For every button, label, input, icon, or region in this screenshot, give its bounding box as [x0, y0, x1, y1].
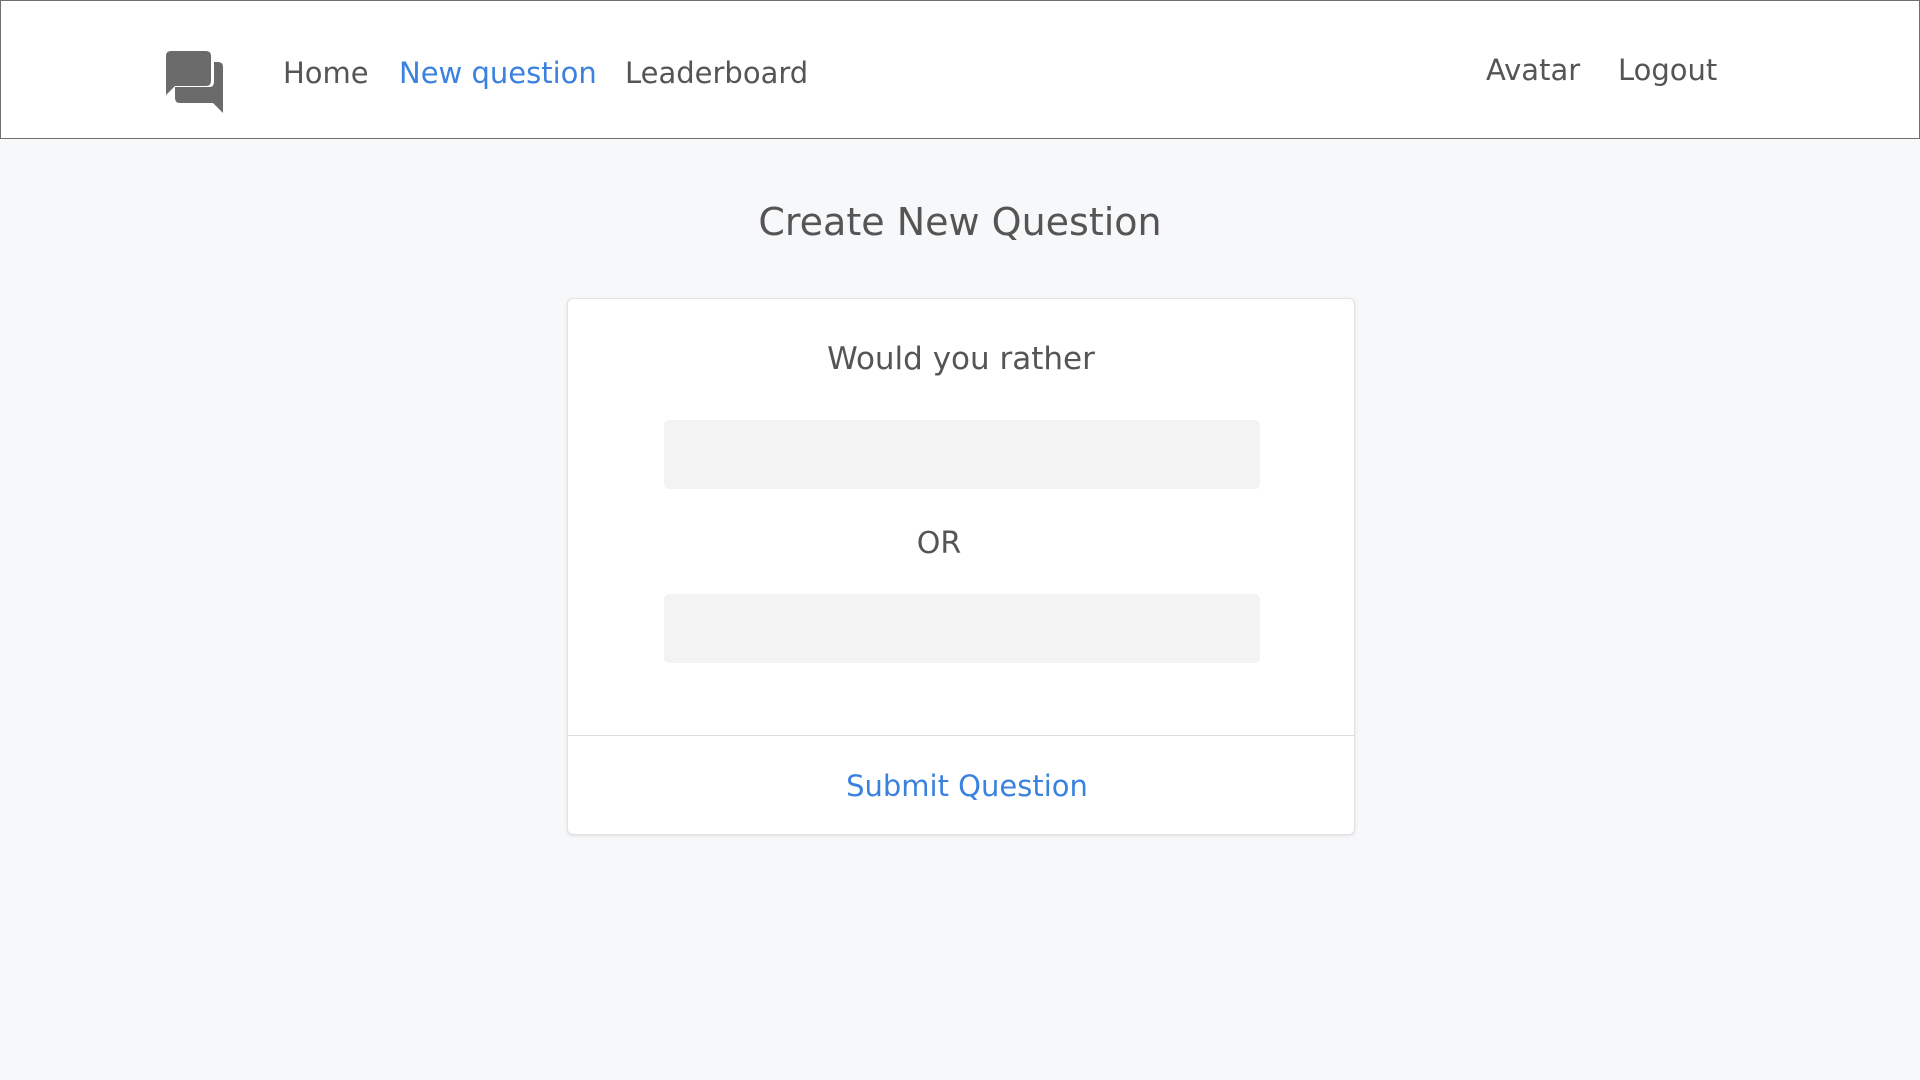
question-answer-icon[interactable]	[161, 51, 223, 113]
nav-new-question-link[interactable]: New question	[399, 53, 597, 93]
page-title: Create New Question	[758, 200, 1162, 244]
nav-leaderboard-link[interactable]: Leaderboard	[625, 53, 808, 93]
new-question-card: Would you rather OR Submit Question	[567, 298, 1355, 835]
nav-logout-link[interactable]: Logout	[1618, 50, 1717, 90]
nav-home-link[interactable]: Home	[283, 53, 369, 93]
nav-avatar-link[interactable]: Avatar	[1486, 50, 1580, 90]
or-separator: OR	[916, 526, 962, 561]
option-one-input[interactable]	[664, 420, 1260, 489]
option-two-input[interactable]	[664, 594, 1260, 663]
submit-question-button[interactable]: Submit Question	[568, 736, 1354, 835]
top-navbar: Home New question Leaderboard Avatar Log…	[0, 0, 1920, 139]
card-heading: Would you rather	[827, 341, 1095, 377]
